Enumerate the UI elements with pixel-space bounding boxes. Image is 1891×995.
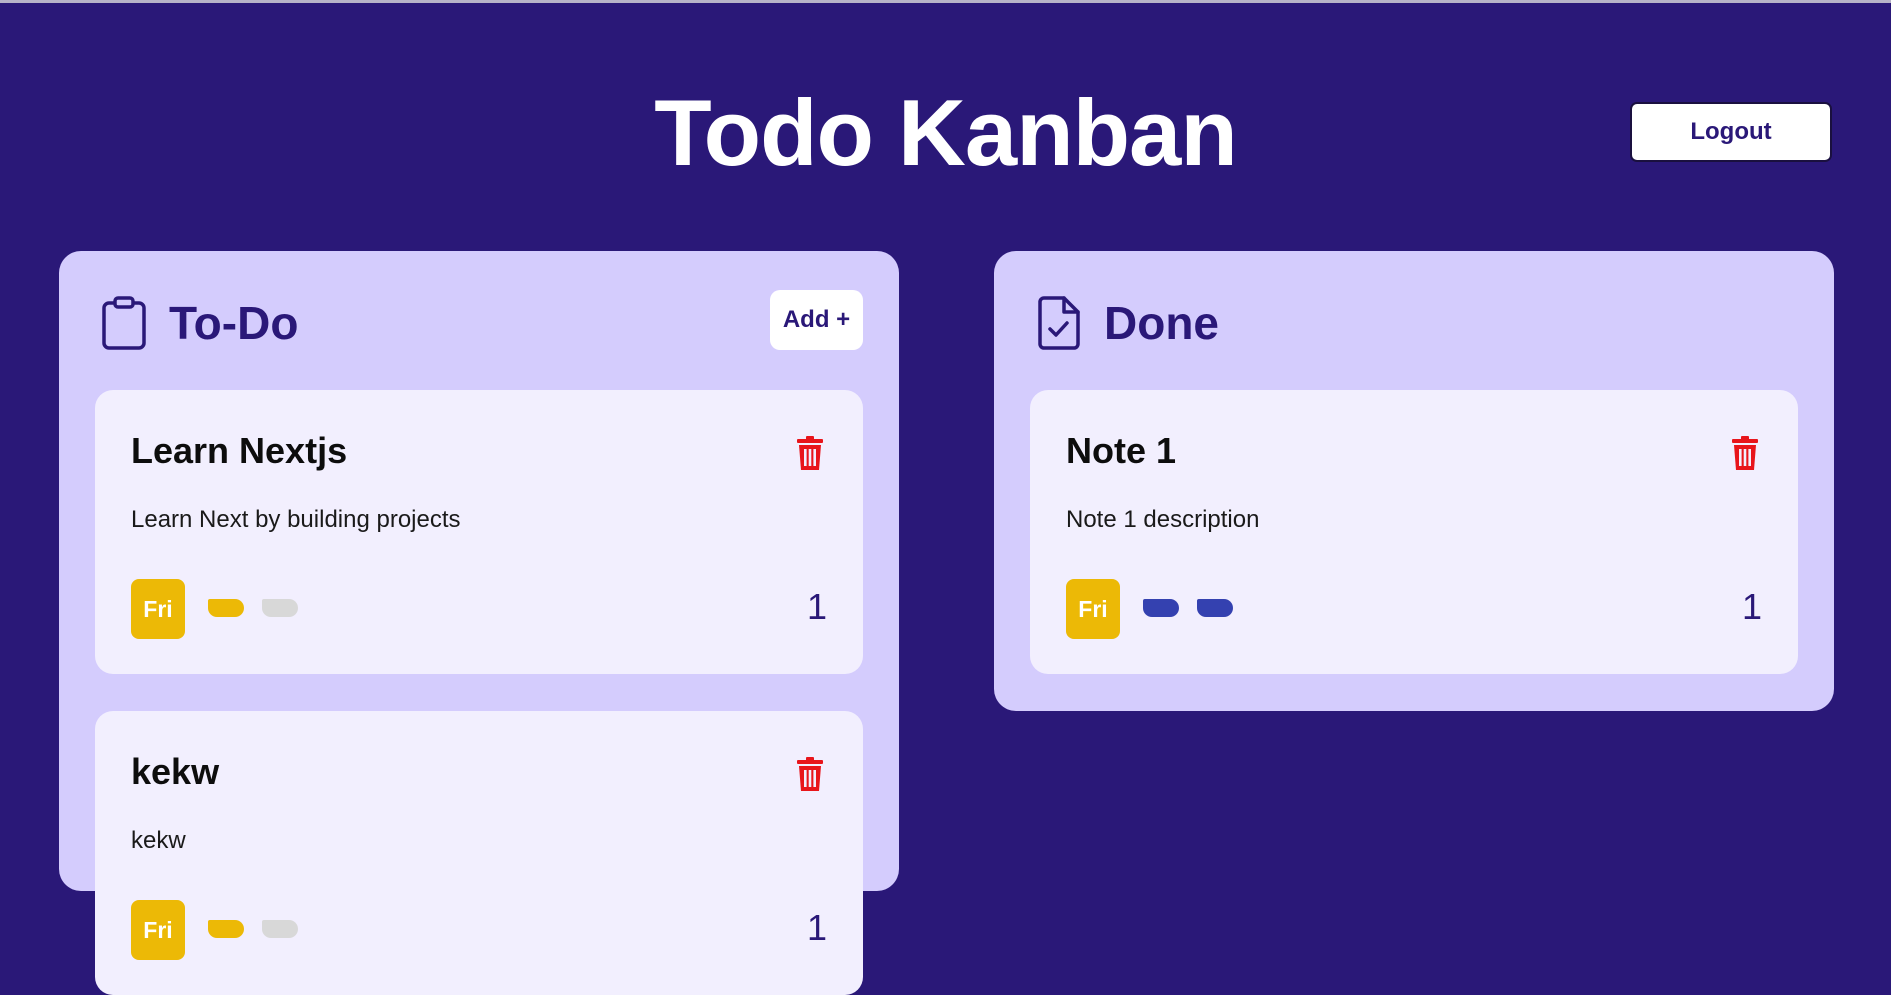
logout-button[interactable]: Logout [1630, 102, 1832, 162]
card-description: Note 1 description [1066, 506, 1260, 533]
done-column-title: Done [1104, 297, 1219, 349]
priority-pill [208, 599, 244, 617]
trash-icon[interactable] [1732, 436, 1758, 470]
done-column-header: Done [1036, 293, 1219, 353]
priority-pill [262, 920, 298, 938]
trash-icon[interactable] [797, 757, 823, 791]
add-todo-button[interactable]: Add + [770, 290, 863, 350]
file-check-icon [1038, 296, 1080, 350]
card-count: 1 [806, 586, 827, 627]
day-badge: Fri [131, 900, 185, 960]
card-title: Note 1 [1066, 430, 1177, 471]
priority-pill [1143, 599, 1179, 617]
priority-pill [208, 920, 244, 938]
card-title: Learn Nextjs [131, 430, 348, 471]
priority-pill [262, 599, 298, 617]
todo-card[interactable]: kekw kekw Fri 1 [95, 711, 863, 995]
done-card[interactable]: Note 1 Note 1 description Fri 1 [1030, 390, 1798, 674]
done-column: Done Note 1 Note 1 description Fri 1 [994, 251, 1834, 711]
priority-pill [1197, 599, 1233, 617]
window-top-border [0, 0, 1891, 3]
card-description: kekw [131, 827, 186, 854]
day-badge: Fri [1066, 579, 1120, 639]
todo-column-header: To-Do [101, 293, 298, 353]
card-description: Learn Next by building projects [131, 506, 461, 533]
card-count: 1 [806, 907, 827, 948]
page-title: Todo Kanban [654, 80, 1238, 185]
card-count: 1 [1741, 586, 1762, 627]
trash-icon[interactable] [797, 436, 823, 470]
todo-column-title: To-Do [169, 297, 299, 349]
todo-card[interactable]: Learn Nextjs Learn Next by building proj… [95, 390, 863, 674]
clipboard-icon [102, 296, 146, 350]
todo-column: To-Do Add + Learn Nextjs Learn Next by b… [59, 251, 899, 995]
card-title: kekw [131, 751, 220, 792]
day-badge: Fri [131, 579, 185, 639]
